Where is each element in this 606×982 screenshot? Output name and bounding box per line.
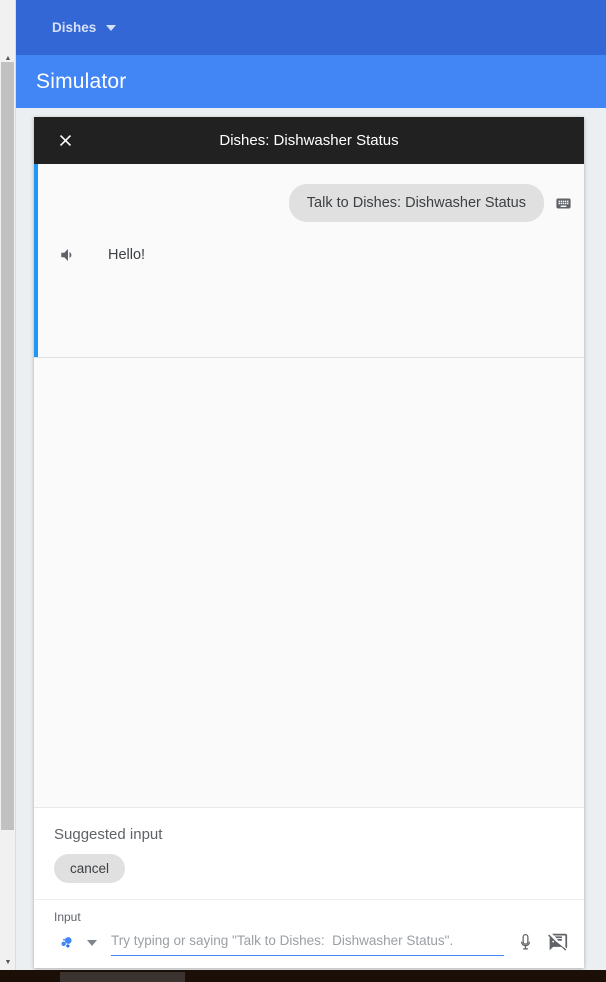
input-label: Input [54,910,81,924]
simulator-dialog: Dishes: Dishwasher Status Talk to Dishes… [34,117,584,968]
chevron-down-icon[interactable] [87,939,97,946]
agent-message-text: Hello! [108,247,146,263]
suggestion-chip-cancel[interactable]: cancel [54,854,126,883]
page-scrollbar[interactable]: ▲ ▼ [0,0,16,982]
os-taskbar-strip [0,970,606,982]
project-menu-dishes[interactable]: Dishes [52,20,117,35]
input-row [54,929,570,956]
speaker-notes-off-icon[interactable] [544,932,570,953]
agent-message-row: Hello! [34,222,584,265]
scrollbar-thumb[interactable] [1,62,14,830]
user-message-row: Talk to Dishes: Dishwasher Status [34,164,584,222]
dialog-title: Dishes: Dishwasher Status [219,132,399,149]
volume-up-icon[interactable] [54,246,82,264]
user-message-bubble: Talk to Dishes: Dishwasher Status [288,184,544,222]
close-icon[interactable] [48,117,82,164]
page-title: Simulator [36,69,127,93]
suggested-input-section: Suggested input cancel [34,807,584,899]
triangle-down-icon[interactable]: ▼ [0,954,16,970]
simulator-header: Simulator [16,55,606,108]
top-app-bar: Dishes [16,0,606,55]
turn-divider [34,357,584,358]
microphone-icon[interactable] [512,933,538,952]
page-root: ▲ ▼ Dishes Simulator Dishes: Dishwasher … [0,0,606,982]
keyboard-icon[interactable] [550,195,576,212]
dialog-header: Dishes: Dishwasher Status [34,117,584,164]
os-taskbar-item[interactable] [60,972,185,982]
conversation-area: Talk to Dishes: Dishwasher Status Hello! [34,164,584,807]
search-input[interactable] [111,929,504,956]
suggested-input-label: Suggested input [54,826,163,843]
project-menu-label: Dishes [52,20,97,35]
chevron-down-icon [106,24,117,31]
assistant-dots-icon[interactable] [54,933,80,953]
turn-accent-bar [34,164,38,357]
input-section: Input [34,899,584,968]
